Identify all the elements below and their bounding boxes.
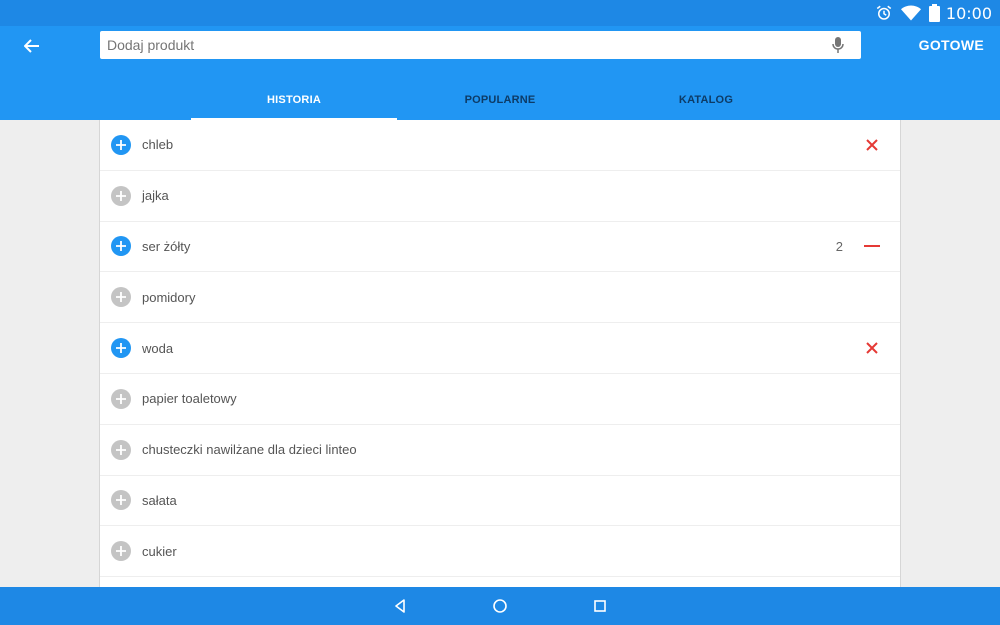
plus-icon [116, 190, 126, 201]
item-name: chleb [142, 137, 174, 153]
add-item-button[interactable] [111, 236, 131, 257]
remove-item-button[interactable] [862, 135, 882, 155]
search-input[interactable] [107, 31, 823, 59]
plus-icon [116, 495, 126, 506]
back-triangle-icon [395, 599, 405, 613]
list-item[interactable]: pomidory [100, 272, 900, 324]
list-item[interactable]: chleb [100, 120, 900, 171]
tab-popularne[interactable]: POPULARNE [397, 80, 603, 120]
plus-icon [116, 139, 126, 150]
item-name: jajka [142, 188, 169, 204]
add-item-button[interactable] [111, 541, 131, 562]
tab-bar: HISTORIA POPULARNE KATALOG [191, 80, 809, 120]
wifi-icon [900, 5, 921, 21]
plus-icon [116, 393, 126, 404]
add-item-button[interactable] [111, 388, 131, 409]
product-list: chleb jajka ser żółty 2 pomidory woda papier t… [99, 120, 901, 587]
item-quantity: 2 [835, 238, 843, 254]
arrow-left-icon [24, 39, 39, 53]
add-item-button[interactable] [111, 490, 131, 511]
list-item[interactable]: sałata [100, 476, 900, 527]
tab-historia[interactable]: HISTORIA [191, 80, 397, 120]
add-item-button[interactable] [111, 185, 131, 206]
back-button[interactable] [16, 34, 48, 58]
list-item[interactable]: jajka [100, 171, 900, 222]
decrement-item-button[interactable] [862, 236, 882, 256]
nav-recents-button[interactable] [550, 587, 650, 625]
alarm-icon [875, 4, 893, 22]
add-item-button[interactable] [111, 338, 131, 359]
search-box [100, 31, 861, 59]
app-bar: GOTOWE HISTORIA POPULARNE KATALOG [0, 26, 1000, 120]
status-time: 10:00 [945, 3, 992, 23]
list-item[interactable]: cukier [100, 526, 900, 578]
item-name: ser żółty [142, 238, 191, 254]
minus-icon [864, 245, 880, 248]
add-item-button[interactable] [111, 287, 131, 308]
list-item[interactable]: woda [100, 323, 900, 374]
item-name: woda [142, 340, 174, 356]
list-item[interactable]: chusteczki nawilżane dla dzieci linteo [100, 425, 900, 476]
nav-home-button[interactable] [450, 587, 550, 625]
plus-icon [116, 546, 126, 557]
item-name: chusteczki nawilżane dla dzieci linteo [142, 442, 357, 458]
list-item[interactable]: ser żółty 2 [100, 222, 900, 273]
item-name: cukier [142, 543, 177, 559]
plus-icon [116, 343, 126, 354]
close-icon [866, 139, 878, 151]
add-item-button[interactable] [111, 439, 131, 460]
recents-square-icon [594, 600, 606, 612]
nav-back-button[interactable] [350, 587, 450, 625]
add-item-button[interactable] [111, 134, 131, 155]
mic-button[interactable] [823, 31, 853, 59]
plus-icon [116, 241, 126, 252]
remove-item-button[interactable] [862, 338, 882, 358]
item-name: pomidory [142, 289, 196, 305]
tab-katalog[interactable]: KATALOG [603, 80, 809, 120]
item-name: sałata [142, 492, 177, 508]
done-button[interactable]: GOTOWE [919, 37, 984, 53]
plus-icon [116, 292, 126, 303]
home-circle-icon [493, 599, 507, 613]
battery-icon [928, 4, 940, 22]
microphone-icon [832, 37, 844, 53]
navigation-bar [0, 587, 1000, 625]
plus-icon [116, 444, 126, 455]
list-item[interactable]: papier toaletowy [100, 374, 900, 425]
close-icon [866, 342, 878, 354]
item-name: papier toaletowy [142, 391, 237, 407]
status-bar: 10:00 [0, 0, 1000, 26]
